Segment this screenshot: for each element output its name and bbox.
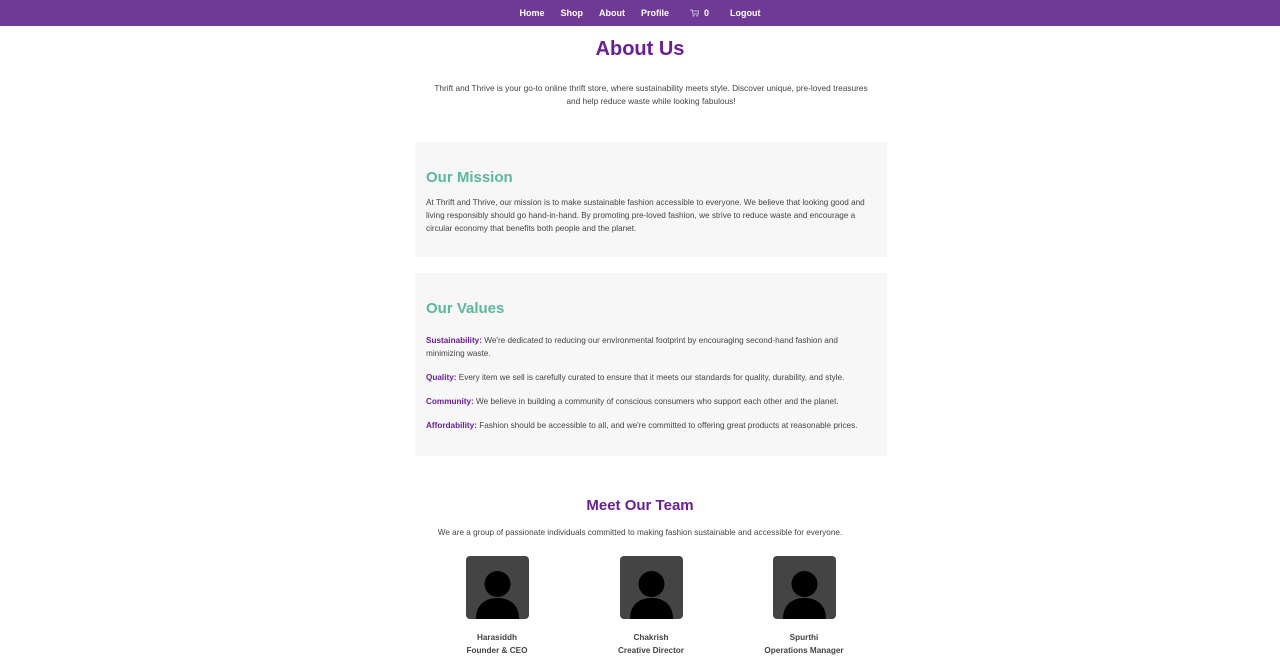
value-text: We're dedicated to reducing our environm… [426,336,838,358]
values-heading: Our Values [426,300,505,317]
value-item-sustainability: Sustainability: We're dedicated to reduc… [426,334,876,360]
member-role: Founder & CEO [466,646,528,655]
value-text: Fashion should be accessible to all, and… [476,421,858,430]
team-member-card: Chakrish Creative Director [591,556,711,655]
mission-heading: Our Mission [426,169,513,186]
nav-profile-link[interactable]: Profile [641,8,669,18]
nav-cart-link[interactable]: 0 [690,8,709,18]
member-name: Chakrish [633,633,669,642]
member-name: Harasiddh [476,633,518,642]
value-label: Quality: [426,373,457,382]
value-item-affordability: Affordability: Fashion should be accessi… [426,419,876,432]
user-silhouette-icon [465,556,529,619]
user-silhouette-icon [772,556,836,619]
team-member-card: Spurthi Operations Manager [744,556,864,655]
intro-text: Thrift and Thrive is your go-to online t… [434,83,868,106]
values-card: Our Values Sustainability: We're dedicat… [415,273,887,456]
value-label: Community: [426,397,474,406]
nav-shop-link[interactable]: Shop [560,8,583,18]
member-name: Spurthi [789,633,819,642]
team-member-card: Harasiddh Founder & CEO [437,556,557,655]
nav-about-link[interactable]: About [599,8,625,18]
nav-home-link[interactable]: Home [519,8,544,18]
member-role: Operations Manager [764,646,844,655]
user-silhouette-icon [619,556,683,619]
value-item-quality: Quality: Every item we sell is carefully… [426,371,876,384]
value-text: We believe in building a community of co… [473,397,839,406]
mission-text: At Thrift and Thrive, our mission is to … [426,198,865,233]
value-label: Affordability: [426,421,477,430]
member-role: Creative Director [618,646,684,655]
team-subtitle: We are a group of passionate individuals… [437,528,843,537]
value-text: Every item we sell is carefully curated … [456,373,845,382]
value-label: Sustainability: [426,336,482,345]
nav-logout-link[interactable]: Logout [730,8,761,18]
shopping-cart-icon [690,9,700,17]
mission-card: Our Mission At Thrift and Thrive, our mi… [415,142,887,257]
cart-count: 0 [704,8,710,18]
value-item-community: Community: We believe in building a comm… [426,395,876,408]
team-heading: Meet Our Team [586,497,694,514]
top-navbar: Home Shop About Profile 0 Logout [0,0,1280,26]
page-title: About Us [595,38,685,60]
